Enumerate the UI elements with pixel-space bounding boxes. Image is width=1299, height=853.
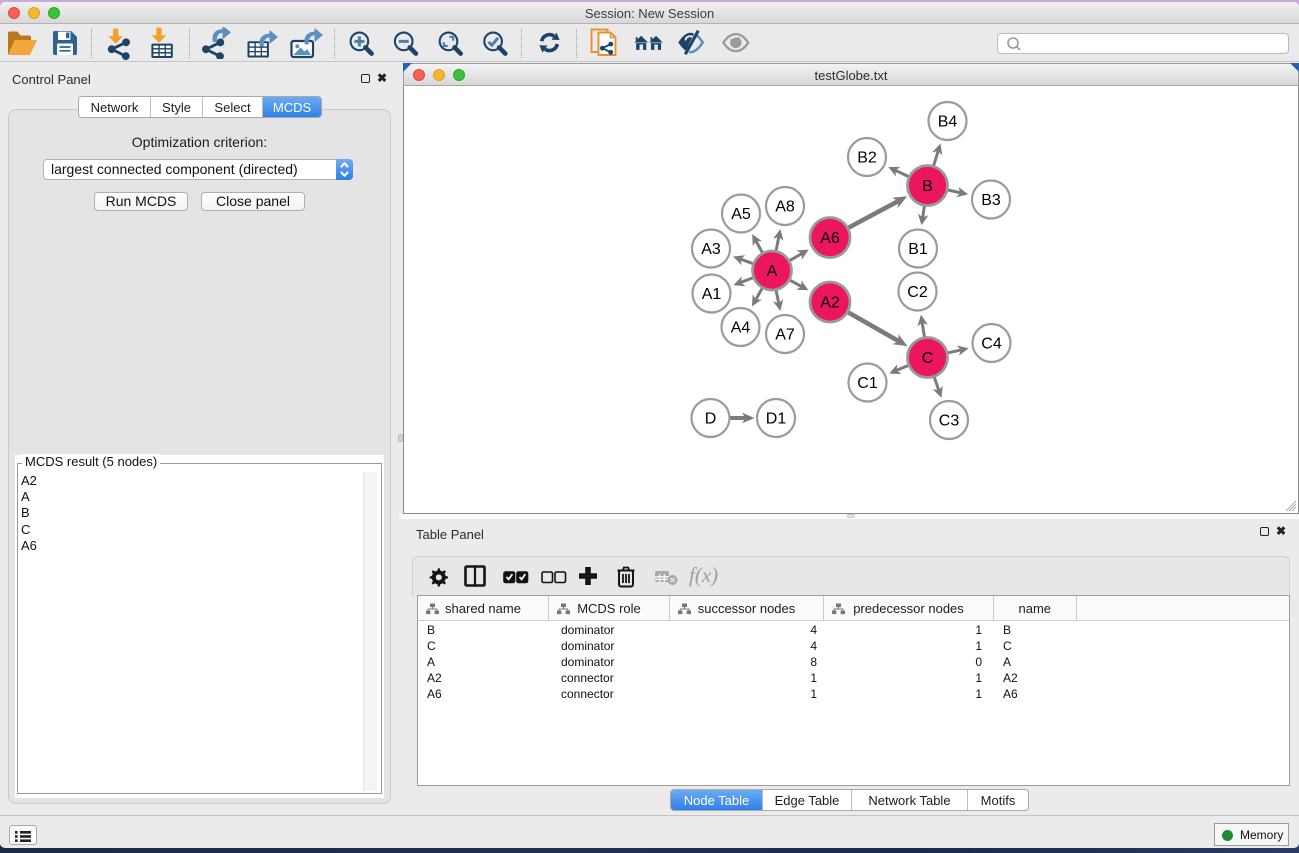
svg-text:A3: A3 (701, 241, 721, 258)
svg-text:C1: C1 (857, 375, 878, 392)
svg-text:B2: B2 (857, 150, 877, 167)
svg-text:A5: A5 (731, 206, 751, 223)
svg-text:A: A (767, 263, 778, 280)
svg-text:D1: D1 (766, 411, 787, 428)
svg-text:A8: A8 (775, 199, 795, 216)
svg-text:A7: A7 (775, 327, 795, 344)
svg-text:B: B (922, 178, 933, 195)
svg-text:C: C (922, 350, 934, 367)
svg-text:A4: A4 (731, 320, 751, 337)
svg-text:B1: B1 (908, 241, 928, 258)
svg-text:C3: C3 (939, 413, 960, 430)
svg-text:D: D (705, 411, 717, 428)
svg-text:B4: B4 (938, 114, 958, 131)
svg-text:C2: C2 (907, 284, 928, 301)
svg-text:A6: A6 (820, 230, 840, 247)
svg-text:A1: A1 (702, 286, 722, 303)
svg-text:C4: C4 (981, 336, 1002, 353)
svg-text:B3: B3 (981, 192, 1001, 209)
svg-text:A2: A2 (820, 295, 840, 312)
